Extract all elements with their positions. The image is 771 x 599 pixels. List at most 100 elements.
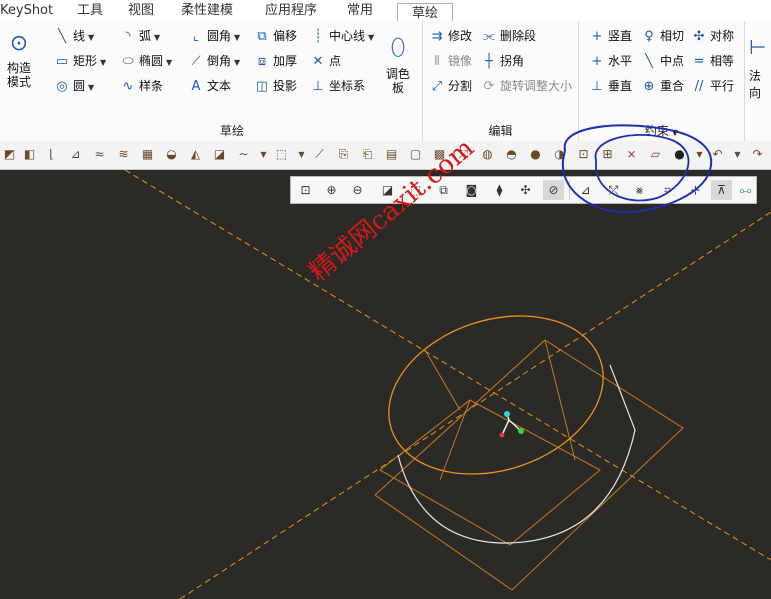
chamfer-button[interactable]: ⟋ 倒角 ▼ (188, 50, 240, 72)
vertex-display-icon[interactable]: ⨯ (622, 145, 641, 164)
copy-icon[interactable]: ⎘ (334, 145, 353, 164)
coincident-constraint-button[interactable]: ⊕ 重合 (641, 75, 684, 97)
draft-analysis-icon[interactable]: ▦ (138, 145, 157, 164)
paste-icon[interactable]: ⎗ (358, 145, 377, 164)
curvature-icon[interactable]: ≈ (90, 145, 109, 164)
project-icon: ◫ (255, 79, 269, 94)
overlap-check-icon[interactable]: ⊼ (711, 180, 732, 200)
sketch-orientation-icon[interactable]: ⊞ (598, 145, 617, 164)
offset-button[interactable]: ⧉ 偏移 (254, 25, 297, 47)
constraint-display-icon[interactable]: ⨳ (629, 180, 650, 200)
zoom-out-icon[interactable]: ⊖ (347, 180, 368, 200)
refit-icon[interactable]: ⊡ (295, 180, 316, 200)
datum-display-icon[interactable]: ✣ (515, 180, 536, 200)
project-button[interactable]: ◫ 投影 (254, 75, 297, 97)
normal-view-button[interactable]: ⊢ 法向 (749, 27, 771, 101)
line-button[interactable]: ╲ 线 ▼ (54, 25, 94, 47)
wave-dropdown-icon[interactable]: ▼ (254, 145, 273, 164)
text-button[interactable]: A 文本 (188, 75, 231, 97)
circle-button[interactable]: ◎ 圆 ▼ (54, 75, 94, 97)
circle-label: 圆 (73, 79, 86, 93)
corner-label: 拐角 (500, 54, 525, 68)
reflection-icon[interactable]: ◭ (186, 145, 205, 164)
corner-button[interactable]: ┼ 拐角 (481, 50, 524, 72)
symmetric-constraint-button[interactable]: ✣ 对称 (691, 25, 734, 47)
tab-home[interactable]: 常用 (347, 1, 373, 21)
line-dropdown-icon[interactable]: ▼ (88, 33, 94, 42)
curve-analysis-icon[interactable]: ⊿ (66, 145, 85, 164)
grid-display-icon[interactable]: ⌗ (657, 180, 678, 200)
tab-flexible-modeling[interactable]: 柔性建模 (181, 1, 233, 21)
sketch-view-icon[interactable]: ⊡ (574, 145, 593, 164)
zoom-in-icon[interactable]: ⊕ (321, 180, 342, 200)
point-button[interactable]: ✕ 点 (310, 50, 341, 72)
render-sphere-icon[interactable]: ● (670, 145, 689, 164)
perspective-view-icon[interactable]: ⧫ (489, 180, 510, 200)
tangent-constraint-button[interactable]: ♀ 相切 (641, 25, 684, 47)
undo-icon[interactable]: ↶ (708, 145, 727, 164)
shell-icon[interactable]: ◓ (502, 145, 521, 164)
construct-mode-button[interactable]: ⊙ 构造 模式 (2, 27, 36, 89)
tab-keyshot[interactable]: KeyShot (0, 1, 53, 21)
chamfer-dropdown-icon[interactable]: ▼ (234, 58, 240, 67)
divide-button[interactable]: ⤢ 分割 (429, 75, 472, 97)
clipboard-icon[interactable]: ▤ (382, 145, 401, 164)
corner-icon: ┼ (485, 54, 493, 69)
wave-curve-icon[interactable]: ∼ (234, 145, 253, 164)
delete-segment-button[interactable]: ⫘ 删除段 (481, 25, 536, 47)
centerline-dropdown-icon[interactable]: ▼ (368, 33, 374, 42)
coordinate-system-button[interactable]: ⊥ 坐标系 (310, 75, 365, 97)
box-view-icon[interactable]: ⬚ (272, 145, 291, 164)
modify-button[interactable]: ⇉ 修改 (429, 25, 472, 47)
midpoint-constraint-button[interactable]: ╲ 中点 (641, 50, 684, 72)
undo-dropdown-icon[interactable]: ▼ (728, 145, 747, 164)
equal-constraint-button[interactable]: = 相等 (691, 50, 734, 72)
horizontal-constraint-button[interactable]: + 水平 (589, 50, 632, 72)
axis-display-icon[interactable]: ◧ (20, 145, 39, 164)
dimension-display-icon[interactable]: ⤱ (603, 180, 624, 200)
mirror-button[interactable]: ⫴ 镜像 (429, 50, 472, 72)
view-manager-icon[interactable]: ◙ (461, 180, 482, 200)
tab-view[interactable]: 视图 (128, 1, 154, 21)
rectangle-button[interactable]: ▭ 矩形 ▼ (54, 50, 106, 72)
constrain-dropdown-icon[interactable]: ▼ (672, 128, 678, 137)
palette-button[interactable]: ⬯ 调色 板 (380, 27, 416, 95)
ellipse-button[interactable]: ⬭ 椭圆 ▼ (120, 50, 172, 72)
open-ends-icon[interactable]: ⧟ (735, 180, 756, 200)
ellipse-dropdown-icon[interactable]: ▼ (166, 58, 172, 67)
fillet-button[interactable]: ⌞ 圆角 ▼ (188, 25, 240, 47)
vertex-display-toggle-icon[interactable]: ⊹ (685, 180, 706, 200)
fillet-dropdown-icon[interactable]: ▼ (234, 33, 240, 42)
redo-icon[interactable]: ↷ (748, 145, 767, 164)
rotate-resize-button[interactable]: ⟳ 旋转调整大小 (481, 75, 572, 97)
graph-icon[interactable]: ⌊ (42, 145, 61, 164)
render-dropdown-icon[interactable]: ▼ (690, 145, 709, 164)
rectangle-dropdown-icon[interactable]: ▼ (100, 58, 106, 67)
plane-display-icon[interactable]: ◩ (0, 145, 19, 164)
perpendicular-constraint-button[interactable]: ⊥ 垂直 (589, 75, 632, 97)
sketch-view-toggle-icon[interactable]: ⊘ (543, 180, 564, 200)
spline-button[interactable]: ∿ 样条 (120, 75, 163, 97)
tab-tools[interactable]: 工具 (77, 1, 103, 21)
parallel-constraint-button[interactable]: // 平行 (691, 75, 734, 97)
tab-applications[interactable]: 应用程序 (265, 1, 317, 21)
section-icon[interactable]: ≋ (114, 145, 133, 164)
plane-sketch-icon[interactable]: ▱ (646, 145, 665, 164)
centerline-button[interactable]: ┊ 中心线 ▼ (310, 25, 374, 47)
tab-sketch[interactable]: 草绘 (397, 3, 454, 23)
sphere-tool-icon[interactable]: ◍ (478, 145, 497, 164)
rectangle-label: 矩形 (73, 54, 98, 68)
sketch-display-filter-icon[interactable]: ⊿ (575, 180, 596, 200)
box-dropdown-icon[interactable]: ▼ (292, 145, 311, 164)
slope-icon[interactable]: ◪ (210, 145, 229, 164)
arc-dropdown-icon[interactable]: ▼ (154, 33, 160, 42)
shaded-analysis-icon[interactable]: ◒ (162, 145, 181, 164)
arc-button[interactable]: ◝ 弧 ▼ (120, 25, 160, 47)
vertical-constraint-button[interactable]: + 竖直 (589, 25, 632, 47)
delete-segment-label: 删除段 (500, 29, 537, 43)
thicken-button[interactable]: ⧈ 加厚 (254, 50, 297, 72)
measure-icon[interactable]: ⟋ (310, 145, 329, 164)
construction-edge-1 (424, 349, 461, 411)
coordinate-system-icon: ⊥ (312, 79, 324, 94)
circle-dropdown-icon[interactable]: ▼ (88, 83, 94, 92)
